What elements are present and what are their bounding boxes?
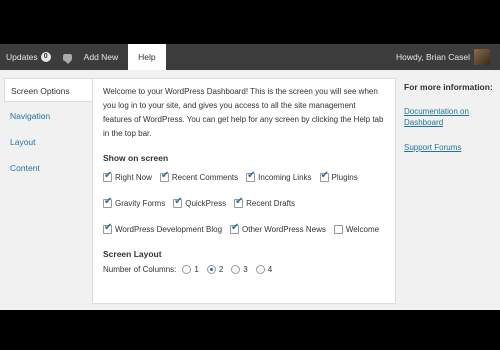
radio-label: 2	[218, 265, 224, 274]
checkbox[interactable]	[159, 170, 169, 182]
checkbox-row: Right Now Recent Comments Incoming Links…	[103, 169, 385, 185]
radio-label: 3	[243, 265, 248, 274]
columns-option-2[interactable]: 2	[206, 265, 224, 274]
updates-count-badge: 0	[40, 52, 51, 62]
help-tab-navigation[interactable]: Navigation	[4, 104, 92, 128]
screen-layout-heading: Screen Layout	[103, 249, 162, 259]
checkbox-label: Welcome	[345, 224, 380, 234]
columns-label: Number of Columns:	[103, 265, 177, 274]
checkbox[interactable]	[173, 196, 183, 208]
show-on-screen-heading: Show on screen	[103, 153, 169, 163]
radio-label: 4	[267, 265, 273, 274]
avatar	[474, 49, 490, 65]
intro-text: Welcome to your WordPress Dashboard! Thi…	[103, 87, 384, 138]
option-right-now[interactable]: Right Now	[103, 170, 152, 182]
checkbox-label: Recent Drafts	[246, 198, 296, 208]
comments-menu[interactable]	[57, 44, 78, 70]
radio[interactable]	[182, 265, 192, 274]
checkbox[interactable]	[234, 196, 244, 208]
radio-label: 1	[194, 265, 199, 274]
user-menu[interactable]: Howdy, Brian Casel	[390, 44, 500, 70]
help-tab-button[interactable]: Help	[128, 44, 166, 70]
option-incoming-links[interactable]: Incoming Links	[246, 170, 312, 182]
option-plugins[interactable]: Plugins	[319, 170, 358, 182]
checkbox-label: Recent Comments	[171, 172, 239, 182]
option-recent-drafts[interactable]: Recent Drafts	[234, 196, 296, 208]
help-tab-layout[interactable]: Layout	[4, 130, 92, 154]
checkbox-label: Incoming Links	[258, 172, 312, 182]
add-new-menu[interactable]: Add New	[78, 44, 125, 70]
option-other-wp-news[interactable]: Other WordPress News	[230, 222, 326, 234]
howdy-text: Howdy, Brian Casel	[395, 52, 470, 62]
option-quickpress[interactable]: QuickPress	[173, 196, 227, 208]
contextual-help-panel: Screen Options Navigation Layout Content…	[0, 70, 500, 310]
checkbox-row: WordPress Development Blog Other WordPre…	[103, 221, 385, 237]
checkbox[interactable]	[333, 224, 343, 234]
support-forums-link[interactable]: Support Forums	[404, 142, 494, 153]
radio[interactable]	[231, 265, 241, 274]
columns-option-1[interactable]: 1	[182, 265, 199, 274]
updates-menu[interactable]: Updates 0	[0, 44, 57, 70]
checkbox[interactable]	[103, 196, 112, 208]
checkbox-label: Gravity Forms	[115, 198, 166, 208]
option-wp-dev-blog[interactable]: WordPress Development Blog	[103, 222, 223, 234]
radio[interactable]	[255, 265, 265, 274]
radio[interactable]	[206, 265, 216, 274]
option-gravity-forms[interactable]: Gravity Forms	[103, 196, 166, 208]
checkbox[interactable]	[246, 170, 256, 182]
option-welcome[interactable]: Welcome	[333, 224, 380, 234]
updates-label: Updates	[6, 52, 38, 62]
checkbox-label: Plugins	[331, 172, 358, 182]
columns-option-3[interactable]: 3	[231, 265, 248, 274]
help-sidebar: For more information: Documentation on D…	[402, 78, 496, 171]
checkbox[interactable]	[103, 222, 112, 234]
checkbox[interactable]	[230, 222, 239, 234]
checkbox[interactable]	[103, 170, 112, 182]
option-recent-comments[interactable]: Recent Comments	[159, 170, 239, 182]
comment-bubble-icon	[62, 53, 72, 64]
documentation-link[interactable]: Documentation on Dashboard	[404, 106, 494, 128]
help-content: Welcome to your WordPress Dashboard! Thi…	[92, 78, 396, 304]
checkbox-row: Gravity Forms QuickPress Recent Drafts	[103, 195, 385, 211]
checkbox-label: WordPress Development Blog	[115, 224, 223, 234]
checkbox-label: QuickPress	[185, 198, 227, 208]
admin-bar: Updates 0 Add New Help Howdy, Brian Case…	[0, 44, 500, 70]
columns-option-4[interactable]: 4	[255, 265, 273, 274]
columns-radio-group: Number of Columns: 1 2 3 4	[103, 265, 385, 274]
help-tabs: Screen Options Navigation Layout Content	[4, 78, 92, 182]
help-tab-content[interactable]: Content	[4, 156, 92, 180]
checkbox-label: Right Now	[115, 172, 152, 182]
checkbox-label: Other WordPress News	[242, 224, 326, 234]
help-tab-screen-options[interactable]: Screen Options	[4, 78, 92, 102]
more-info-heading: For more information:	[404, 82, 493, 92]
checkbox[interactable]	[319, 170, 329, 182]
